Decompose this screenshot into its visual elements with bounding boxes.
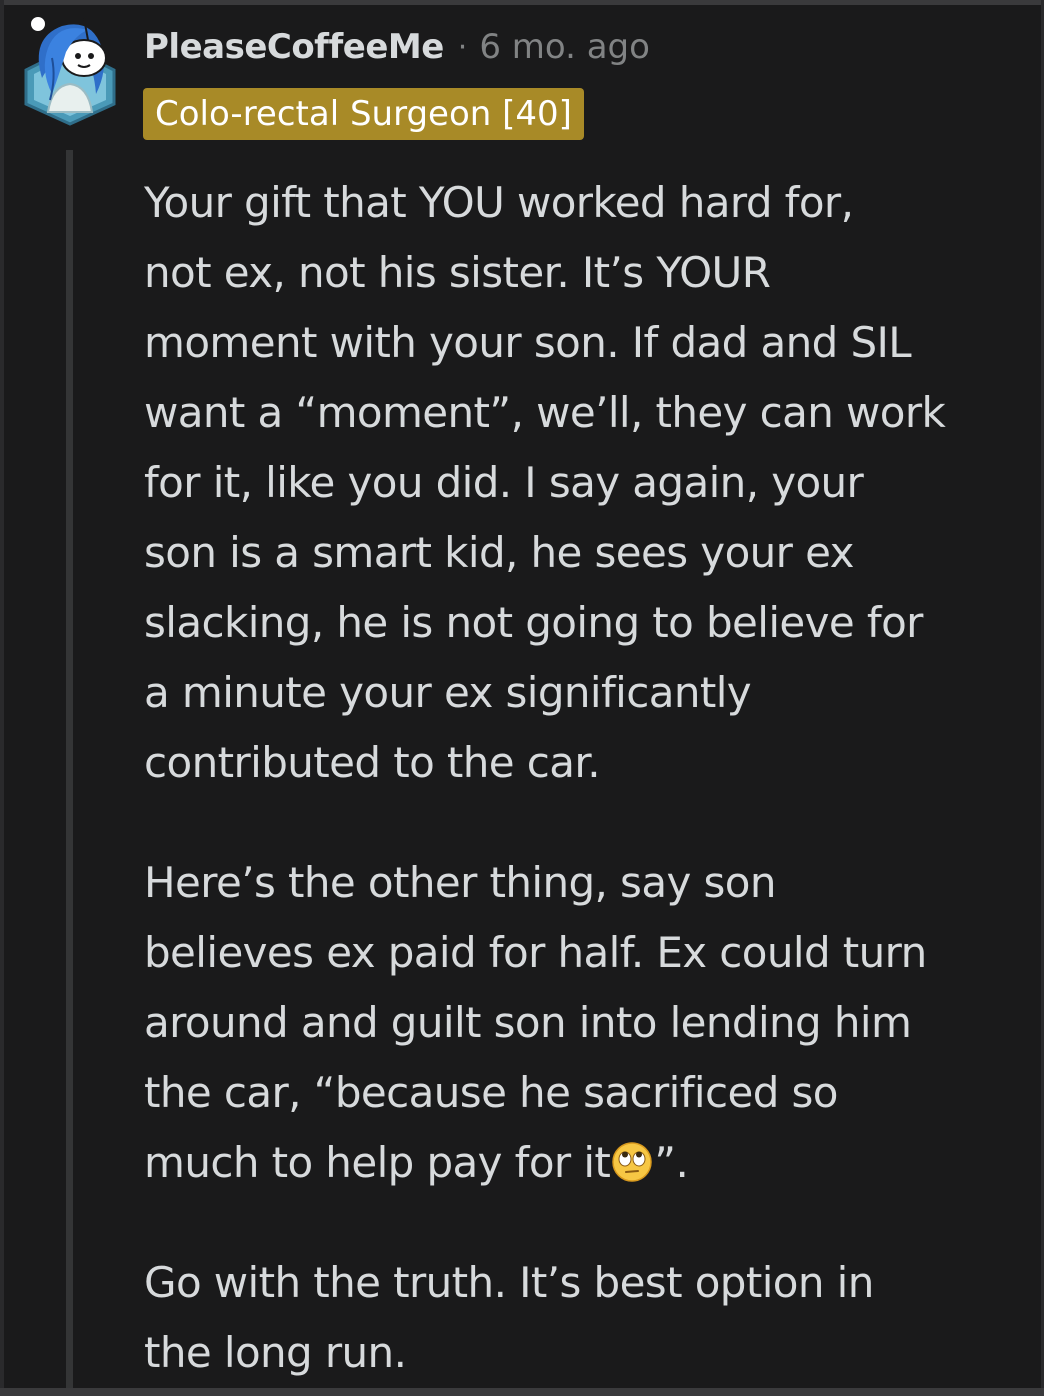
text-segment: much to help pay for it (144, 1138, 611, 1187)
text-line: Go with the truth. It’s best option in (144, 1258, 874, 1307)
text-line: Here’s the other thing, say son (144, 858, 776, 907)
thread-collapse-line[interactable] (66, 150, 73, 1388)
text-line: son is a smart kid, he sees your ex (144, 528, 854, 577)
text-line: a minute your ex significantly (144, 668, 752, 717)
text-line: for it, like you did. I say again, your (144, 458, 864, 507)
username-link[interactable]: PleaseCoffeeMe (144, 27, 444, 67)
text-segment: ”. (654, 1138, 689, 1187)
text-line: believes ex paid for half. Ex could turn (144, 928, 927, 977)
text-line: contributed to the car. (144, 738, 601, 787)
text-line: the long run. (144, 1328, 407, 1377)
text-line: the car, “because he sacrificed so (144, 1068, 838, 1117)
rolling-eyes-emoji-icon (612, 1142, 653, 1182)
text-line: moment with your son. If dad and SIL (144, 318, 912, 367)
comment-body: Your gift that YOU worked hard for, not … (144, 168, 1024, 1388)
text-line: Your gift that YOU worked hard for, (144, 178, 854, 227)
comment-paragraph: Here’s the other thing, say son believes… (144, 848, 1024, 1198)
user-flair: Colo-rectal Surgeon [40] (143, 88, 584, 140)
window-top-border (0, 0, 1044, 5)
window-bottom-border (0, 1388, 1044, 1396)
text-line: want a “moment”, we’ll, they can work (144, 388, 946, 437)
snoo-avatar-icon (24, 15, 116, 126)
text-line-with-emoji: much to help pay for it ”. (144, 1128, 1024, 1198)
comment-timestamp[interactable]: 6 mo. ago (479, 27, 650, 67)
user-avatar[interactable] (22, 8, 118, 126)
text-line: not ex, not his sister. It’s YOUR (144, 248, 771, 297)
text-line: slacking, he is not going to believe for (144, 598, 923, 647)
comment-header: PleaseCoffeeMe · 6 mo. ago (144, 22, 650, 72)
window-left-border (0, 0, 4, 1396)
comment-paragraph: Your gift that YOU worked hard for, not … (144, 168, 1024, 798)
meta-separator: · (457, 29, 468, 65)
text-line: around and guilt son into lending him (144, 998, 912, 1047)
comment-paragraph: Go with the truth. It’s best option in t… (144, 1248, 1024, 1388)
